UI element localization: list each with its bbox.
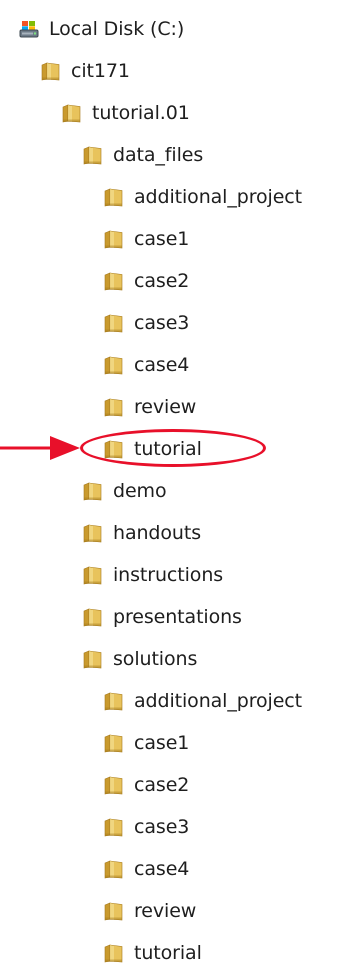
tree-item-label: instructions	[113, 564, 224, 586]
tree-item-data-files[interactable]: data_files	[82, 139, 203, 171]
tree-item-instructions[interactable]: instructions	[82, 559, 223, 591]
tree-item-presentations[interactable]: presentations	[82, 601, 242, 633]
tree-item-additional-project[interactable]: additional_project	[103, 181, 302, 213]
tree-item-tutorial-01[interactable]: tutorial.01	[61, 97, 190, 129]
folder-icon	[103, 900, 125, 922]
tree-item-label: presentations	[113, 606, 242, 628]
tree-item-case2[interactable]: case2	[103, 769, 189, 801]
folder-icon	[82, 564, 104, 586]
arrow-right-icon	[0, 434, 82, 462]
tree-item-case1[interactable]: case1	[103, 727, 189, 759]
tree-item-label: review	[134, 396, 197, 418]
tree-item-case2[interactable]: case2	[103, 265, 189, 297]
tree-item-label: additional_project	[134, 186, 303, 208]
tree-item-label: tutorial	[134, 942, 202, 964]
tree-item-tutorial[interactable]: tutorial	[103, 937, 202, 969]
tree-item-tutorial[interactable]: tutorial	[103, 433, 202, 465]
tree-item-label: case3	[134, 312, 190, 334]
tree-item-label: case2	[134, 774, 190, 796]
tree-item-demo[interactable]: demo	[82, 475, 167, 507]
tree-item-label: case4	[134, 354, 190, 376]
tree-item-label: review	[134, 900, 197, 922]
folder-icon	[103, 354, 125, 376]
folder-icon	[103, 438, 125, 460]
tree-item-label: tutorial.01	[92, 102, 190, 124]
hard-drive-icon	[18, 18, 40, 40]
tree-item-label: case2	[134, 270, 190, 292]
folder-icon	[103, 858, 125, 880]
tree-item-local-disk[interactable]: Local Disk (C:)	[18, 13, 184, 45]
folder-icon	[103, 942, 125, 964]
folder-icon	[82, 480, 104, 502]
tree-item-label: Local Disk (C:)	[49, 18, 185, 40]
folder-icon	[61, 102, 83, 124]
tree-item-label: data_files	[113, 144, 204, 166]
tree-item-label: tutorial	[134, 438, 202, 460]
tree-item-label: case3	[134, 816, 190, 838]
folder-icon	[82, 606, 104, 628]
folder-icon	[103, 774, 125, 796]
folder-icon	[82, 648, 104, 670]
folder-icon	[103, 732, 125, 754]
tree-item-case1[interactable]: case1	[103, 223, 189, 255]
tree-item-label: case1	[134, 732, 190, 754]
folder-tree: Local Disk (C:) cit171 tutorial.01 data_fi…	[0, 0, 344, 964]
tree-item-case4[interactable]: case4	[103, 853, 189, 885]
folder-icon	[103, 186, 125, 208]
folder-icon	[103, 312, 125, 334]
folder-icon	[82, 522, 104, 544]
folder-icon	[103, 816, 125, 838]
tree-item-review[interactable]: review	[103, 391, 196, 423]
tree-item-case3[interactable]: case3	[103, 307, 189, 339]
tree-item-solutions[interactable]: solutions	[82, 643, 197, 675]
tree-item-label: demo	[113, 480, 167, 502]
tree-item-handouts[interactable]: handouts	[82, 517, 201, 549]
tree-item-case4[interactable]: case4	[103, 349, 189, 381]
folder-icon	[103, 396, 125, 418]
tree-item-label: solutions	[113, 648, 198, 670]
folder-icon	[82, 144, 104, 166]
folder-icon	[103, 690, 125, 712]
folder-icon	[40, 60, 62, 82]
tree-item-additional-project[interactable]: additional_project	[103, 685, 302, 717]
folder-icon	[103, 228, 125, 250]
tree-item-cit171[interactable]: cit171	[40, 55, 130, 87]
tree-item-label: additional_project	[134, 690, 303, 712]
tree-item-label: cit171	[71, 60, 130, 82]
tree-item-review[interactable]: review	[103, 895, 196, 927]
tree-item-label: case4	[134, 858, 190, 880]
tree-item-label: case1	[134, 228, 190, 250]
tree-item-case3[interactable]: case3	[103, 811, 189, 843]
folder-icon	[103, 270, 125, 292]
tree-item-label: handouts	[113, 522, 202, 544]
